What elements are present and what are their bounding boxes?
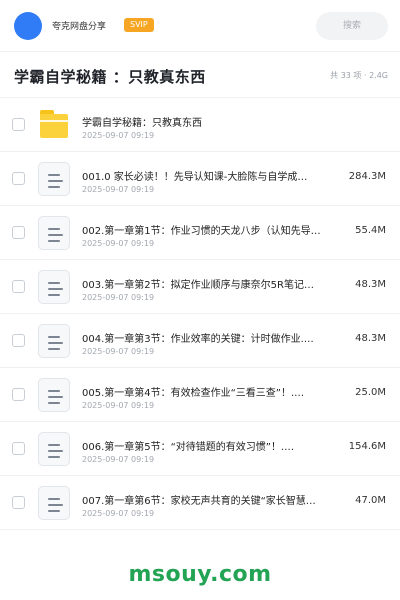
file-row[interactable]: 007.第一章第6节：家校无声共育的关键“家长智慧… 2025-09-07 09… xyxy=(0,476,400,530)
row-checkbox[interactable] xyxy=(12,496,25,509)
share-title: 夸克网盘分享 xyxy=(52,22,107,32)
file-date: 2025-09-07 09:19 xyxy=(82,293,155,302)
file-size: 284.3M xyxy=(348,171,386,182)
file-date: 2025-09-07 09:19 xyxy=(82,185,155,194)
row-checkbox[interactable] xyxy=(12,388,25,401)
row-checkbox[interactable] xyxy=(12,226,25,239)
document-icon xyxy=(38,162,70,196)
avatar[interactable] xyxy=(14,12,42,40)
folder-header: 学霸自学秘籍 ：只教真东西 共 33 项 · 2.4G xyxy=(0,52,400,98)
file-row[interactable]: 005.第一章第4节：有效检查作业“三看三查”！.… 2025-09-07 09… xyxy=(0,368,400,422)
file-size: 154.6M xyxy=(348,441,386,452)
file-name[interactable]: 006.第一章第5节：“对待错题的有效习惯”！.… xyxy=(82,438,330,453)
search-input[interactable]: 搜索 xyxy=(316,12,388,40)
watermark: msouy.com xyxy=(128,562,272,587)
folder-icon xyxy=(38,108,70,142)
document-icon xyxy=(38,432,70,466)
file-name[interactable]: 005.第一章第4节：有效检查作业“三看三查”！.… xyxy=(82,384,330,399)
document-icon xyxy=(38,270,70,304)
file-date: 2025-09-07 09:19 xyxy=(82,347,155,356)
file-size: 48.3M xyxy=(355,279,386,290)
folder-meta: 共 33 项 · 2.4G xyxy=(330,71,388,80)
file-name[interactable]: 007.第一章第6节：家校无声共育的关键“家长智慧… xyxy=(82,492,330,507)
file-list: 学霸自学秘籍：只教真东西 2025-09-07 09:19 001.0 家长必读… xyxy=(0,98,400,530)
file-row[interactable]: 006.第一章第5节：“对待错题的有效习惯”！.… 2025-09-07 09:… xyxy=(0,422,400,476)
file-row[interactable]: 002.第一章第1节：作业习惯的天龙八步（认知先导… 2025-09-07 09… xyxy=(0,206,400,260)
file-row[interactable]: 001.0 家长必读！！先导认知课-大脸陈与自学成… 2025-09-07 09… xyxy=(0,152,400,206)
file-date: 2025-09-07 09:19 xyxy=(82,401,155,410)
document-icon xyxy=(38,486,70,520)
row-checkbox[interactable] xyxy=(12,280,25,293)
row-checkbox[interactable] xyxy=(12,442,25,455)
file-date: 2025-09-07 09:19 xyxy=(82,239,155,248)
page-title: 学霸自学秘籍 ：只教真东西 xyxy=(14,68,206,86)
file-size: 47.0M xyxy=(355,495,386,506)
file-date: 2025-09-07 09:19 xyxy=(82,509,155,518)
document-icon xyxy=(38,378,70,412)
file-name[interactable]: 学霸自学秘籍：只教真东西 xyxy=(82,114,330,129)
file-name[interactable]: 002.第一章第1节：作业习惯的天龙八步（认知先导… xyxy=(82,222,330,237)
file-date: 2025-09-07 09:19 xyxy=(82,455,155,464)
file-name[interactable]: 003.第一章第2节：拟定作业顺序与康奈尔5R笔记… xyxy=(82,276,330,291)
file-row[interactable]: 003.第一章第2节：拟定作业顺序与康奈尔5R笔记… 2025-09-07 09… xyxy=(0,260,400,314)
file-name[interactable]: 001.0 家长必读！！先导认知课-大脸陈与自学成… xyxy=(82,168,330,183)
file-row[interactable]: 004.第一章第3节：作业效率的关键：计时做作业.… 2025-09-07 09… xyxy=(0,314,400,368)
document-icon xyxy=(38,216,70,250)
top-bar: 夸克网盘分享 SVIP 搜索 xyxy=(0,0,400,52)
svip-badge: SVIP xyxy=(124,18,154,32)
document-icon xyxy=(38,324,70,358)
file-name[interactable]: 004.第一章第3节：作业效率的关键：计时做作业.… xyxy=(82,330,330,345)
row-checkbox[interactable] xyxy=(12,334,25,347)
file-date: 2025-09-07 09:19 xyxy=(82,131,155,140)
file-size: 25.0M xyxy=(355,387,386,398)
file-size: 48.3M xyxy=(355,333,386,344)
file-row[interactable]: 学霸自学秘籍：只教真东西 2025-09-07 09:19 xyxy=(0,98,400,152)
row-checkbox[interactable] xyxy=(12,172,25,185)
row-checkbox[interactable] xyxy=(12,118,25,131)
file-size: 55.4M xyxy=(355,225,386,236)
